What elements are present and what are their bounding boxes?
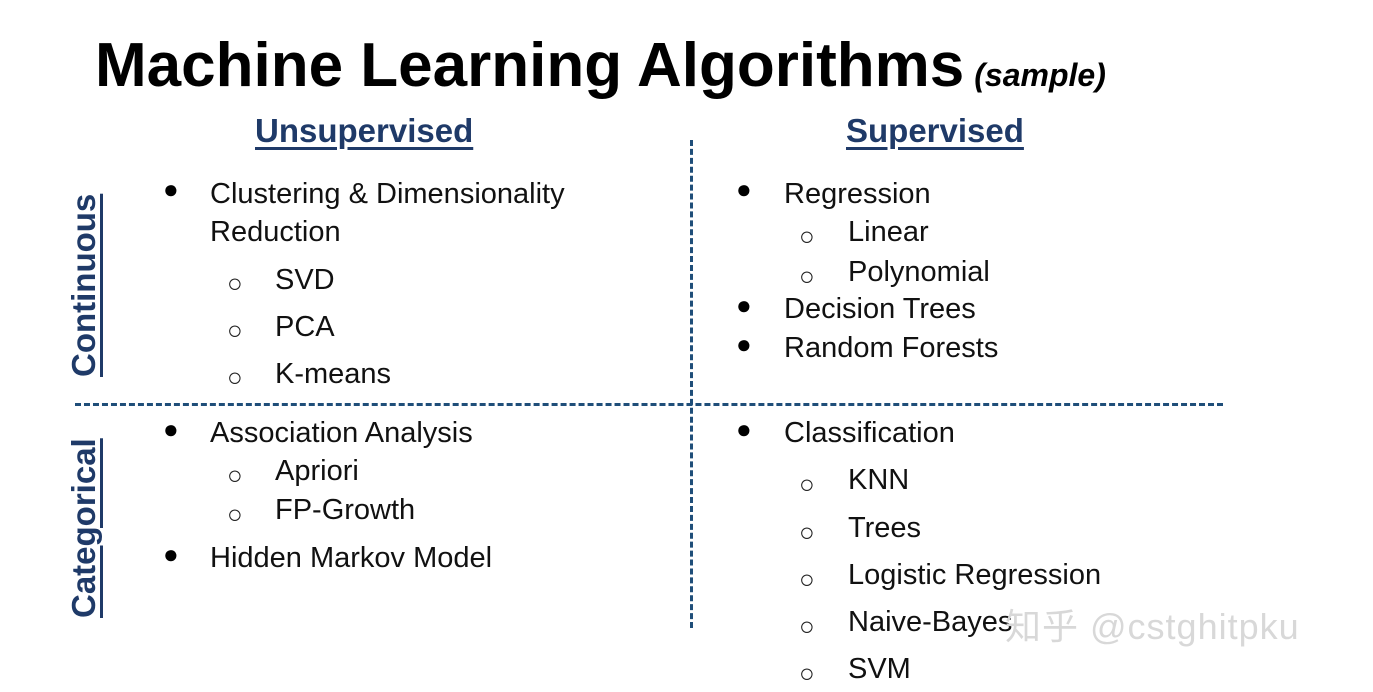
sub-item: PCA	[275, 311, 335, 343]
sub-item: SVD	[275, 264, 335, 296]
bullet-icon: ●	[736, 329, 752, 359]
title-main: Machine Learning Algorithms	[95, 31, 965, 100]
horizontal-divider	[75, 403, 1223, 406]
column-heading-unsupervised: Unsupervised	[255, 112, 474, 149]
circle-bullet-icon: ○	[227, 268, 243, 298]
circle-bullet-icon: ○	[227, 460, 243, 490]
sub-item: Linear	[848, 216, 929, 248]
sub-item: Apriori	[275, 455, 359, 487]
circle-bullet-icon: ○	[799, 517, 815, 547]
page-title: Machine Learning Algorithms (sample)	[95, 30, 1106, 101]
list-item: Association Analysis	[210, 417, 473, 449]
vertical-divider	[690, 140, 693, 628]
sub-item: K-means	[275, 358, 392, 390]
circle-bullet-icon: ○	[227, 362, 243, 392]
bullet-icon: ●	[736, 174, 752, 204]
circle-bullet-icon: ○	[799, 658, 815, 688]
list-item: Hidden Markov Model	[210, 542, 493, 574]
bullet-icon: ●	[163, 174, 179, 204]
list-item: Regression	[784, 178, 931, 210]
list-item: Reduction	[210, 216, 341, 248]
circle-bullet-icon: ○	[799, 469, 815, 499]
sub-item: Trees	[848, 512, 922, 544]
sub-item: SVM	[848, 653, 911, 685]
bullet-icon: ●	[736, 290, 752, 320]
circle-bullet-icon: ○	[799, 564, 815, 594]
list-item: Decision Trees	[784, 293, 976, 325]
row-heading-categorical: Categorical	[65, 438, 102, 618]
bullet-icon: ●	[736, 414, 752, 444]
circle-bullet-icon: ○	[799, 611, 815, 641]
list-item: Clustering & Dimensionality	[210, 178, 565, 210]
column-heading-supervised: Supervised	[846, 112, 1024, 149]
sub-item: Naive-Bayes	[848, 606, 1013, 638]
bullet-icon: ●	[163, 539, 179, 569]
sub-item: KNN	[848, 464, 910, 496]
title-sample: (sample)	[974, 57, 1106, 93]
circle-bullet-icon: ○	[227, 499, 243, 529]
list-item: Random Forests	[784, 332, 999, 364]
circle-bullet-icon: ○	[227, 315, 243, 345]
sub-item: FP-Growth	[275, 494, 416, 526]
sub-item: Logistic Regression	[848, 559, 1102, 591]
circle-bullet-icon: ○	[799, 221, 815, 251]
sub-item: Polynomial	[848, 256, 990, 288]
watermark-text: 知乎 @cstghitpku	[1005, 606, 1300, 647]
bullet-icon: ●	[163, 414, 179, 444]
row-heading-continuous: Continuous	[65, 193, 102, 377]
list-item: Classification	[784, 417, 955, 449]
